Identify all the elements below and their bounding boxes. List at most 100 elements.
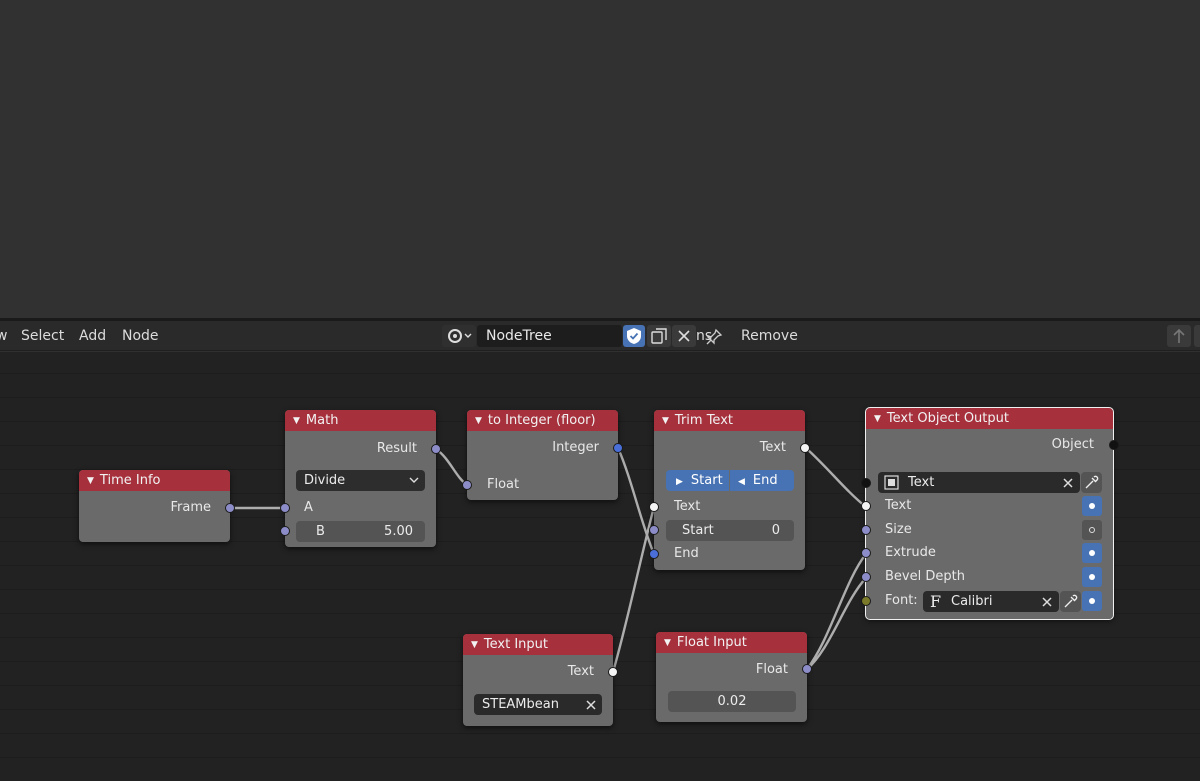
node-math[interactable]: ▼ Math Result Divide A B 5.00 (280, 410, 441, 547)
input-label-bevel: Bevel Depth (885, 569, 965, 584)
menu-select[interactable]: Select (21, 328, 64, 344)
unlink-tree-button[interactable] (672, 325, 696, 347)
node-header[interactable]: ▼ Time Info (79, 470, 230, 491)
menu-view[interactable]: w (0, 328, 7, 344)
input-label-text: Text (885, 498, 912, 513)
input-label-float: Float (487, 477, 520, 492)
menu-add[interactable]: Add (79, 328, 106, 344)
socket-result-out[interactable] (431, 444, 441, 454)
text-value: STEAMbean (482, 697, 559, 712)
collapse-icon[interactable]: ▼ (87, 471, 94, 492)
node-header[interactable]: ▼ Text Input (463, 634, 613, 655)
socket-font-in[interactable] (861, 596, 871, 606)
socket-integer-out[interactable] (613, 443, 623, 453)
start-value: 0 (771, 523, 780, 538)
node-trim-text[interactable]: ▼ Trim Text Text ▶ Start ◀ End Text Start 0… (649, 410, 810, 570)
mode-end-label: End (752, 473, 778, 488)
socket-bevel-in[interactable] (861, 572, 871, 582)
node-title: to Integer (floor) (487, 413, 596, 428)
operation-value: Divide (304, 473, 346, 488)
bevel-toggle[interactable] (1082, 567, 1102, 587)
mode-start-button[interactable]: ▶ Start (666, 470, 729, 491)
tree-name-field[interactable]: NodeTree (477, 325, 622, 347)
text-object-icon (884, 475, 899, 490)
extrude-toggle[interactable] (1082, 543, 1102, 563)
copy-icon (651, 328, 667, 344)
node-header[interactable]: ▼ Text Object Output (866, 408, 1113, 429)
socket-end-in[interactable] (649, 549, 659, 559)
float-value-field[interactable]: 0.02 (668, 691, 796, 712)
collapse-icon[interactable]: ▼ (662, 411, 669, 432)
clear-icon[interactable] (1041, 596, 1053, 608)
node-tree-icon (448, 329, 472, 343)
output-label: Float (755, 662, 788, 677)
node-time-info[interactable]: ▼ Time Info Frame (79, 470, 235, 542)
node-float-input[interactable]: ▼ Float Input Float 0.02 (656, 632, 812, 722)
clear-icon[interactable] (585, 699, 597, 711)
node-to-integer[interactable]: ▼ to Integer (floor) Integer Float (462, 410, 623, 500)
parent-tree-button[interactable] (1167, 325, 1191, 347)
node-title: Math (305, 413, 339, 428)
socket-float-in[interactable] (462, 480, 472, 490)
socket-object-in[interactable] (861, 478, 871, 488)
mode-end-button[interactable]: ◀ End (730, 470, 794, 491)
collapse-icon[interactable]: ▼ (471, 635, 478, 656)
input-label-end: End (674, 546, 699, 561)
socket-frame-out[interactable] (225, 503, 235, 513)
node-title: Text Object Output (886, 411, 1009, 426)
socket-a-in[interactable] (280, 503, 290, 513)
close-icon (678, 330, 690, 342)
node-header[interactable]: ▼ Float Input (656, 632, 807, 653)
socket-start-in[interactable] (649, 525, 659, 535)
remove-button[interactable]: Remove (741, 328, 798, 344)
overflow-button[interactable] (1194, 325, 1200, 347)
collapse-icon[interactable]: ▼ (293, 411, 300, 432)
node-text-input[interactable]: ▼ Text Input Text STEAMbean (463, 634, 618, 726)
operation-dropdown[interactable]: Divide (296, 470, 425, 491)
input-label-a: A (304, 500, 313, 515)
font-eyedropper-button[interactable] (1060, 591, 1081, 612)
node-title: Trim Text (674, 413, 733, 428)
collapse-icon[interactable]: ▼ (664, 633, 671, 654)
text-value-field[interactable]: STEAMbean (474, 694, 602, 715)
node-text-object-output[interactable]: ▼ Text Object Output Object Text Text Siz… (861, 407, 1119, 620)
eyedropper-icon (1064, 594, 1078, 608)
collapse-icon[interactable]: ▼ (874, 409, 881, 430)
pin-icon[interactable] (704, 327, 724, 347)
socket-text-in[interactable] (861, 501, 871, 511)
duplicate-tree-button[interactable] (647, 325, 671, 347)
collapse-icon[interactable]: ▼ (475, 411, 482, 432)
eyedropper-button[interactable] (1081, 472, 1102, 493)
socket-extrude-in[interactable] (861, 548, 871, 558)
font-toggle[interactable] (1082, 591, 1102, 611)
socket-text-in[interactable] (649, 502, 659, 512)
mode-start-label: Start (690, 473, 723, 488)
output-label: Result (376, 441, 417, 456)
node-header[interactable]: ▼ Math (285, 410, 436, 431)
fake-user-button[interactable] (623, 325, 645, 347)
node-editor-header: w Select Add Node NodeTree ns Remove (0, 321, 1200, 351)
socket-text-out[interactable] (800, 443, 810, 453)
socket-object-out[interactable] (1109, 440, 1119, 450)
3d-viewport[interactable] (0, 0, 1200, 318)
play-left-icon: ◀ (738, 477, 745, 487)
tree-browse-button[interactable] (442, 325, 476, 347)
start-value-field[interactable]: Start 0 (666, 520, 794, 541)
size-toggle[interactable] (1082, 520, 1102, 540)
socket-b-in[interactable] (280, 526, 290, 536)
socket-float-out[interactable] (802, 664, 812, 674)
node-title: Text Input (483, 637, 549, 652)
b-value-field[interactable]: B 5.00 (296, 521, 425, 542)
socket-text-out[interactable] (608, 667, 618, 677)
socket-size-in[interactable] (861, 525, 871, 535)
text-toggle[interactable] (1082, 496, 1102, 516)
object-field[interactable]: Text (878, 472, 1080, 493)
arrow-up-icon (1173, 328, 1185, 343)
node-title: Time Info (99, 473, 161, 488)
menu-node[interactable]: Node (122, 328, 159, 344)
node-header[interactable]: ▼ Trim Text (654, 410, 805, 431)
node-header[interactable]: ▼ to Integer (floor) (467, 410, 618, 431)
chevron-down-icon (409, 477, 419, 483)
clear-icon[interactable] (1062, 477, 1074, 489)
font-field[interactable]: F Calibri (923, 591, 1059, 612)
